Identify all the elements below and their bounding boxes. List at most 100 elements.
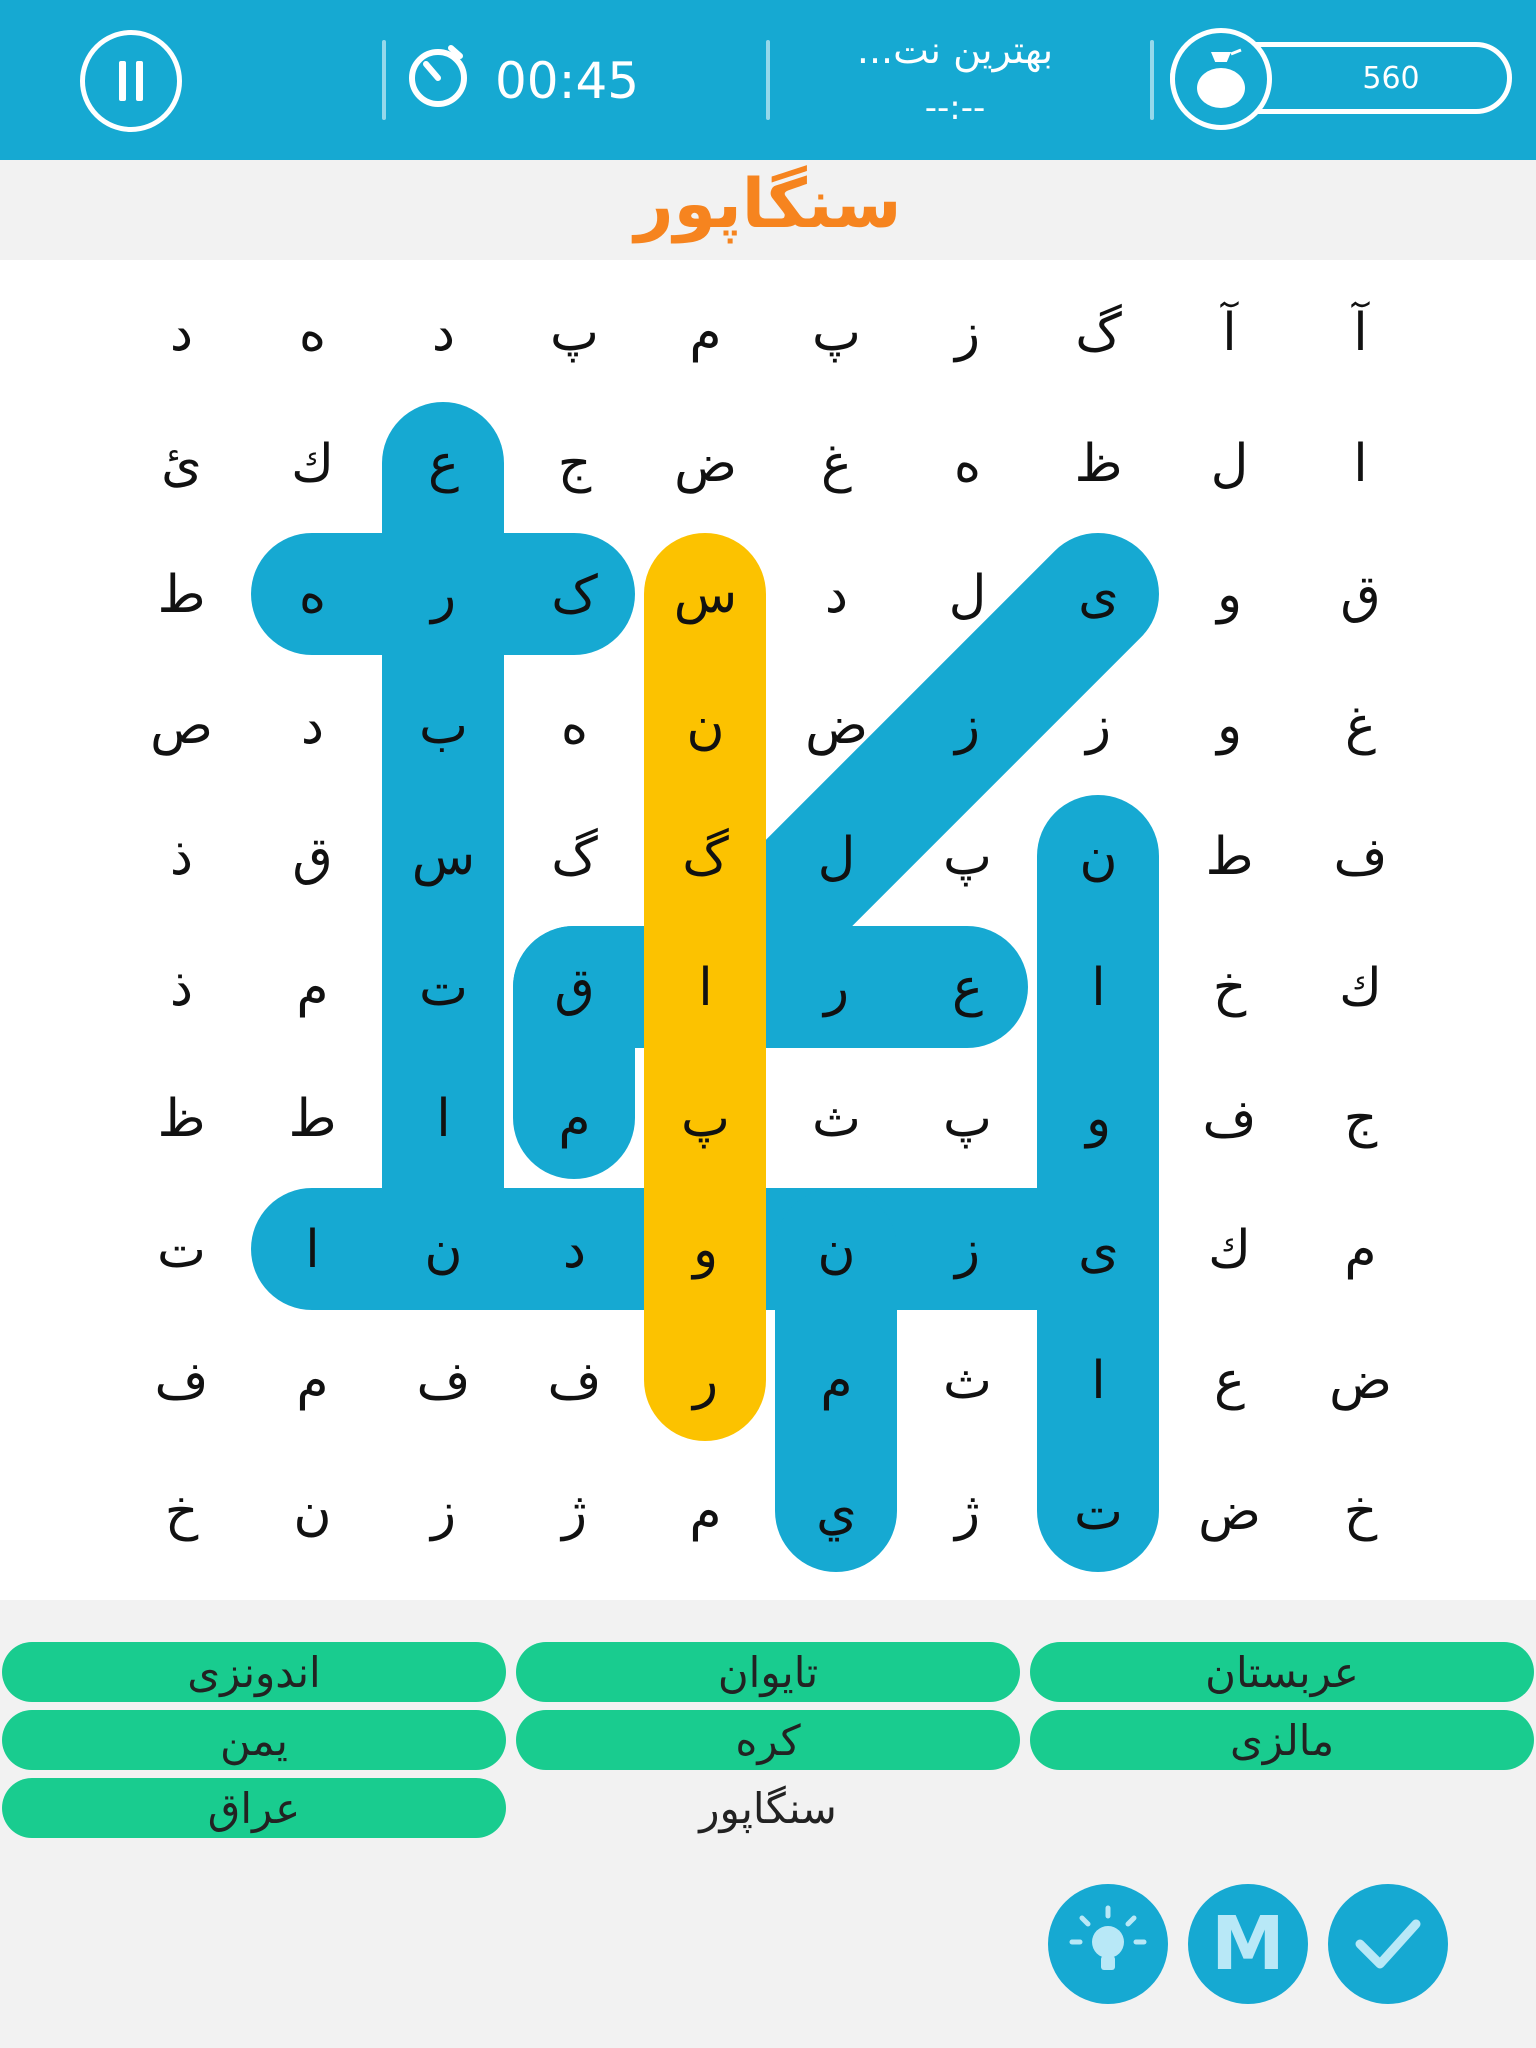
grid-cell[interactable]: و xyxy=(1164,529,1295,660)
grid-cell[interactable]: ط xyxy=(1164,791,1295,922)
grid-cell[interactable]: ع xyxy=(1164,1315,1295,1446)
grid-cell[interactable]: پ xyxy=(771,267,902,398)
grid-cell[interactable]: ق xyxy=(247,791,378,922)
grid-cell[interactable]: ظ xyxy=(1033,398,1164,529)
grid-cell[interactable]: ط xyxy=(116,529,247,660)
grid-cell[interactable]: ط xyxy=(247,1053,378,1184)
grid-cell[interactable]: گ xyxy=(640,791,771,922)
grid-cell[interactable]: د xyxy=(771,529,902,660)
grid-cell[interactable]: د xyxy=(116,267,247,398)
grid-cell[interactable]: د xyxy=(509,1184,640,1315)
grid-cell[interactable]: م xyxy=(247,922,378,1053)
grid-cell[interactable]: ر xyxy=(771,922,902,1053)
grid-cell[interactable]: ل xyxy=(902,529,1033,660)
grid-cell[interactable]: گ xyxy=(1033,267,1164,398)
grid-cell[interactable]: ت xyxy=(1033,1446,1164,1577)
grid-cell[interactable]: ا xyxy=(378,1053,509,1184)
grid-cell[interactable]: ز xyxy=(902,267,1033,398)
grid-cell[interactable]: ك xyxy=(1164,1184,1295,1315)
grid-cell[interactable]: غ xyxy=(1295,660,1426,791)
grid-cell[interactable]: ت xyxy=(116,1184,247,1315)
grid-cell[interactable]: ئ xyxy=(116,398,247,529)
grid-cell[interactable]: ا xyxy=(247,1184,378,1315)
grid-cell[interactable]: آ xyxy=(1295,267,1426,398)
grid-cell[interactable]: ت xyxy=(378,922,509,1053)
grid-cell[interactable]: ث xyxy=(902,1315,1033,1446)
grid-cell[interactable]: ل xyxy=(771,791,902,922)
grid-cell[interactable]: خ xyxy=(1295,1446,1426,1577)
grid-cell[interactable]: ق xyxy=(1295,529,1426,660)
grid-cell[interactable]: ض xyxy=(1164,1446,1295,1577)
grid-cell[interactable]: ا xyxy=(640,922,771,1053)
grid-cell[interactable]: ج xyxy=(509,398,640,529)
coin-shop-button[interactable] xyxy=(1170,28,1272,130)
grid-cell[interactable]: ق xyxy=(509,922,640,1053)
check-button[interactable] xyxy=(1328,1884,1448,2004)
grid-cell[interactable]: ث xyxy=(771,1053,902,1184)
grid-cell[interactable]: ض xyxy=(640,398,771,529)
grid-cell[interactable]: ن xyxy=(247,1446,378,1577)
grid-cell[interactable]: و xyxy=(640,1184,771,1315)
grid-cell[interactable]: م xyxy=(247,1315,378,1446)
grid-cell[interactable]: ف xyxy=(509,1315,640,1446)
grid-cell[interactable]: ف xyxy=(378,1315,509,1446)
grid-cell[interactable]: ه xyxy=(509,660,640,791)
grid-cell[interactable]: ف xyxy=(1164,1053,1295,1184)
grid-cell[interactable]: ی xyxy=(1033,529,1164,660)
grid-cell[interactable]: ز xyxy=(902,1184,1033,1315)
grid-cell[interactable]: ي xyxy=(771,1446,902,1577)
grid-cell[interactable]: د xyxy=(378,267,509,398)
grid-cell[interactable]: ن xyxy=(378,1184,509,1315)
grid-cell[interactable]: ژ xyxy=(902,1446,1033,1577)
grid-cell[interactable]: د xyxy=(247,660,378,791)
grid-cell[interactable]: ك xyxy=(1295,922,1426,1053)
grid-cell[interactable]: ف xyxy=(1295,791,1426,922)
grid-cell[interactable]: گ xyxy=(509,791,640,922)
grid-cell[interactable]: پ xyxy=(509,267,640,398)
letter-grid[interactable]: آآگزپمپدهدالظهغضجعكئقویلدسکرهطغوززضنهبدص… xyxy=(0,260,1536,1600)
grid-cell[interactable]: ك xyxy=(247,398,378,529)
grid-cell[interactable]: ف xyxy=(116,1315,247,1446)
grid-cell[interactable]: ض xyxy=(771,660,902,791)
grid-cell[interactable]: ز xyxy=(378,1446,509,1577)
grid-cell[interactable]: م xyxy=(640,267,771,398)
grid-cell[interactable]: ی xyxy=(1033,1184,1164,1315)
grid-cell[interactable]: ژ xyxy=(509,1446,640,1577)
grid-cell[interactable]: ر xyxy=(640,1315,771,1446)
pause-button[interactable] xyxy=(80,30,182,132)
grid-cell[interactable]: م xyxy=(771,1315,902,1446)
grid-cell[interactable]: ذ xyxy=(116,791,247,922)
grid-cell[interactable]: م xyxy=(509,1053,640,1184)
grid-cell[interactable]: ض xyxy=(1295,1315,1426,1446)
grid-cell[interactable]: ز xyxy=(1033,660,1164,791)
m-button[interactable]: M xyxy=(1188,1884,1308,2004)
grid-cell[interactable]: ا xyxy=(1295,398,1426,529)
grid-cell[interactable]: ر xyxy=(378,529,509,660)
grid-cell[interactable]: و xyxy=(1033,1053,1164,1184)
grid-cell[interactable]: پ xyxy=(902,791,1033,922)
grid-cell[interactable]: ا xyxy=(1033,922,1164,1053)
grid-cell[interactable]: ص xyxy=(116,660,247,791)
grid-cell[interactable]: ک xyxy=(509,529,640,660)
hint-button[interactable] xyxy=(1048,1884,1168,2004)
grid-cell[interactable]: ع xyxy=(902,922,1033,1053)
grid-cell[interactable]: ل xyxy=(1164,398,1295,529)
grid-cell[interactable]: و xyxy=(1164,660,1295,791)
grid-cell[interactable]: خ xyxy=(1164,922,1295,1053)
grid-cell[interactable]: ذ xyxy=(116,922,247,1053)
grid-cell[interactable]: ه xyxy=(902,398,1033,529)
grid-cell[interactable]: م xyxy=(1295,1184,1426,1315)
grid-cell[interactable]: ن xyxy=(771,1184,902,1315)
grid-cell[interactable]: پ xyxy=(902,1053,1033,1184)
grid-cell[interactable]: ز xyxy=(902,660,1033,791)
grid-cell[interactable]: ه xyxy=(247,267,378,398)
grid-cell[interactable]: ع xyxy=(378,398,509,529)
grid-cell[interactable]: ن xyxy=(640,660,771,791)
grid-cell[interactable]: ن xyxy=(1033,791,1164,922)
grid-cell[interactable]: ج xyxy=(1295,1053,1426,1184)
grid-cell[interactable]: خ xyxy=(116,1446,247,1577)
grid-cell[interactable]: ب xyxy=(378,660,509,791)
grid-cell[interactable]: ه xyxy=(247,529,378,660)
grid-cell[interactable]: ظ xyxy=(116,1053,247,1184)
grid-cell[interactable]: س xyxy=(640,529,771,660)
